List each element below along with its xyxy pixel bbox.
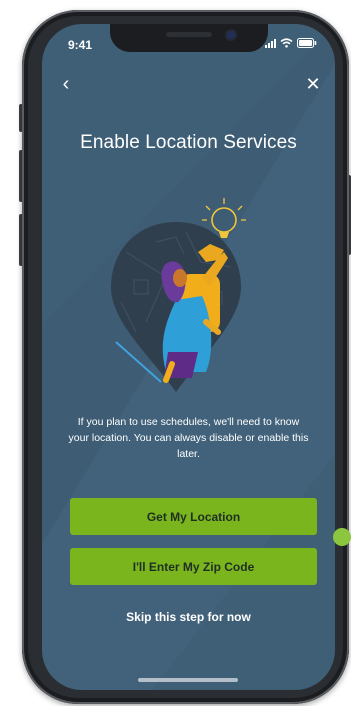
enter-zip-code-button[interactable]: I'll Enter My Zip Code: [70, 548, 317, 585]
battery-icon: [297, 38, 317, 48]
status-time: 9:41: [68, 38, 93, 52]
back-chevron-icon[interactable]: ‹: [56, 74, 76, 94]
wifi-icon: [280, 38, 293, 48]
phone-screen: 9:41 ‹ ✕ Enable Location Services If you…: [42, 24, 335, 690]
notch: [110, 24, 268, 52]
skip-step-link[interactable]: Skip this step for now: [42, 610, 335, 624]
signal-icon: [265, 38, 276, 48]
get-my-location-button[interactable]: Get My Location: [70, 498, 317, 535]
home-indicator: [138, 678, 238, 682]
description-text: If you plan to use schedules, we'll need…: [68, 416, 309, 460]
page-title: Enable Location Services: [80, 132, 297, 153]
front-camera: [227, 31, 235, 39]
location-illustration: [111, 198, 246, 392]
green-dot-indicator: [333, 528, 351, 546]
close-icon[interactable]: ✕: [303, 74, 323, 94]
speaker-grill: [166, 32, 212, 37]
status-icons: [265, 38, 317, 48]
